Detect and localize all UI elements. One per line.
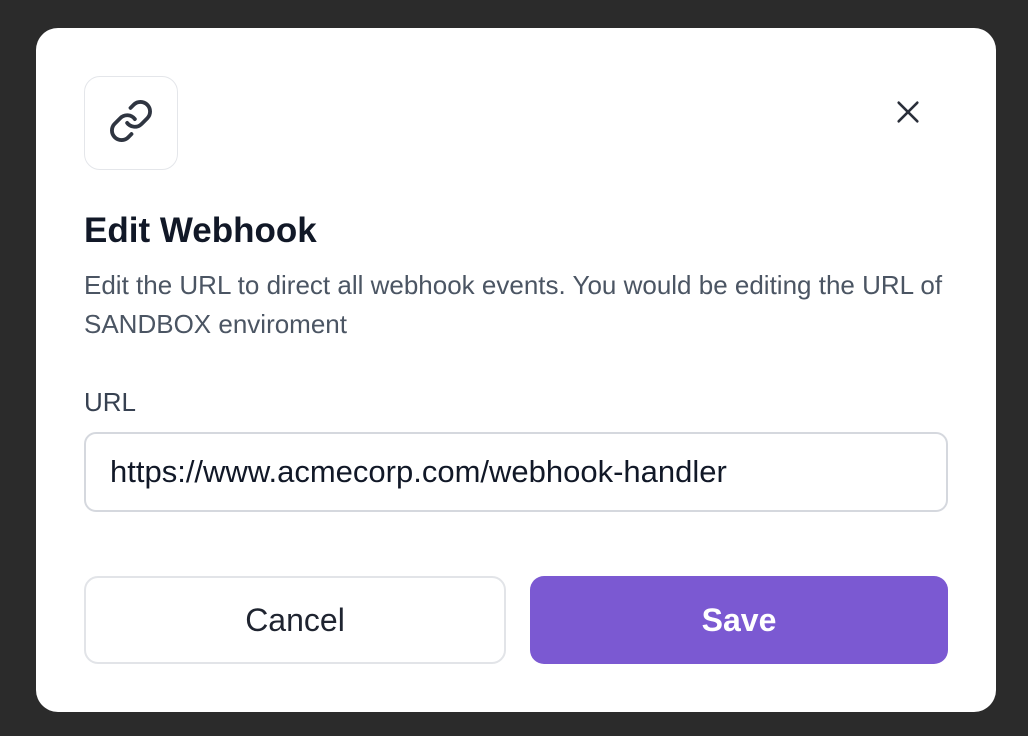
url-input[interactable] — [84, 432, 948, 512]
cancel-button[interactable]: Cancel — [84, 576, 506, 664]
dialog-title: Edit Webhook — [84, 211, 317, 250]
modal-backdrop: Edit Webhook Edit the URL to direct all … — [0, 0, 1028, 736]
save-button[interactable]: Save — [530, 576, 948, 664]
dialog-description: Edit the URL to direct all webhook event… — [84, 270, 943, 339]
edit-webhook-dialog: Edit Webhook Edit the URL to direct all … — [36, 28, 996, 712]
url-label: URL — [84, 387, 137, 417]
close-icon[interactable] — [894, 98, 922, 131]
link-icon — [108, 98, 154, 149]
close-button[interactable] — [888, 94, 928, 134]
link-icon-container — [84, 76, 178, 170]
